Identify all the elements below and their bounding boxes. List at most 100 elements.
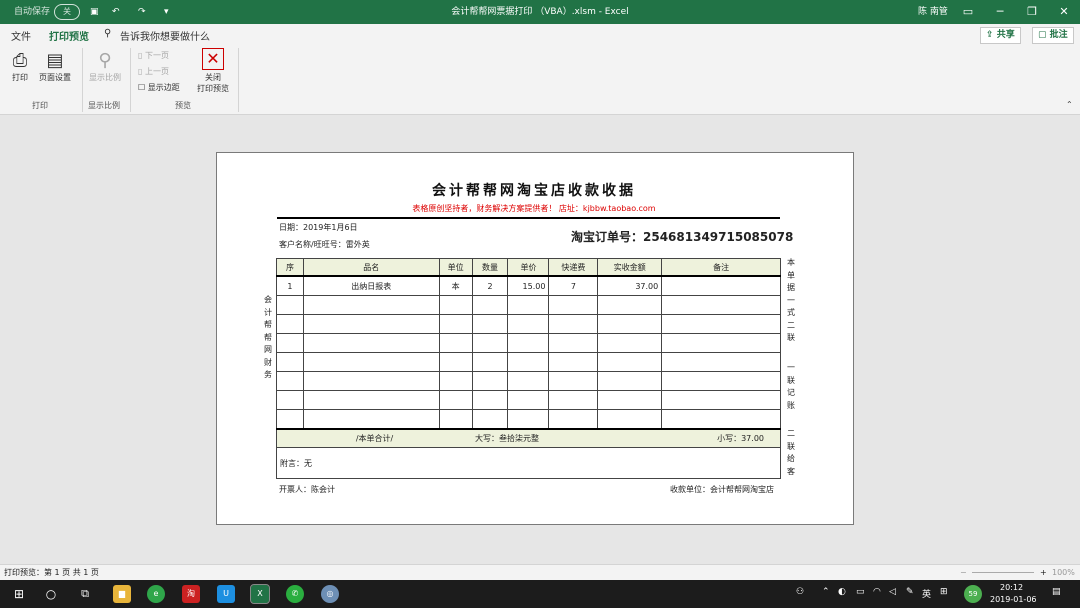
taskbar: ⊞ ○ ⧉ ▆ e 淘 U X ✆ ◎ ⚇ ⌃ ◐ ▭ ◠ ◁ ✎ 英 ⊞ 59…: [0, 580, 1080, 608]
user-name[interactable]: 陈 南管: [918, 0, 948, 24]
action-center-icon[interactable]: ▤: [1052, 587, 1061, 597]
table-row: [276, 333, 781, 353]
prev-page-button[interactable]: ▯ 上一页: [138, 66, 169, 77]
tell-me-box[interactable]: 告诉我你想要做什么: [120, 28, 210, 43]
taskbar-app-explorer[interactable]: ▆: [113, 585, 131, 603]
clock-time[interactable]: 20:12: [1000, 583, 1023, 592]
table-cell: [548, 371, 599, 391]
pen-icon[interactable]: ✎: [906, 587, 914, 597]
volume-icon[interactable]: ◁: [889, 587, 896, 597]
group-divider: [130, 48, 131, 112]
redo-icon[interactable]: ↷: [138, 0, 146, 24]
table-cell: [597, 390, 663, 410]
zoom-slider[interactable]: [972, 572, 1034, 573]
table-cell: [661, 390, 781, 410]
table-cell: [597, 333, 663, 353]
battery-icon[interactable]: ▭: [856, 587, 865, 597]
save-icon[interactable]: ▣: [90, 0, 99, 24]
minimize-button[interactable]: ─: [984, 0, 1016, 24]
table-cell: [661, 333, 781, 353]
taskbar-app-wechat[interactable]: ✆: [286, 585, 304, 603]
search-icon[interactable]: ⚲: [104, 28, 111, 39]
table-cell: [302, 371, 440, 391]
tray-app-icon[interactable]: ◐: [838, 587, 846, 597]
clock-date[interactable]: 2019-01-06: [990, 595, 1037, 604]
zoom-out-icon[interactable]: −: [960, 565, 967, 581]
wifi-icon[interactable]: ◠: [873, 587, 881, 597]
show-margins-checkbox[interactable]: ☐ 显示边距: [138, 82, 180, 93]
taskbar-app-taobao[interactable]: 淘: [182, 585, 200, 603]
table-cell: [548, 352, 599, 372]
autosave-toggle[interactable]: 关: [54, 4, 80, 20]
group-zoom-label: 显示比例: [88, 101, 120, 110]
table-cell: [438, 333, 473, 353]
note-row: 附言：无: [276, 447, 781, 479]
table-cell: [302, 333, 440, 353]
table-cell: [661, 409, 781, 430]
close-preview-button[interactable]: ✕ 关闭 打印预览: [194, 48, 232, 94]
page-setup-button[interactable]: ▤ 页面设置: [36, 50, 74, 83]
status-bar: 打印预览：第 1 页 共 1 页 − + 100%: [0, 564, 1080, 581]
taskbar-app-network[interactable]: ◎: [321, 585, 339, 603]
taskbar-app-browser[interactable]: e: [147, 585, 165, 603]
table-cell: [597, 352, 663, 372]
share-button[interactable]: ⇪ 共享: [980, 27, 1021, 44]
notification-badge[interactable]: 59: [964, 585, 982, 603]
side-label-copy-2: 二联给客: [787, 429, 795, 476]
tab-file[interactable]: 文件: [11, 28, 31, 43]
table-cell: 7: [548, 275, 599, 296]
ime-mode-icon[interactable]: ⊞: [940, 587, 948, 597]
table-cell: [276, 371, 304, 391]
comments-button[interactable]: ▢ 批注: [1032, 27, 1074, 44]
table-cell: [507, 352, 550, 372]
taskbar-app-excel[interactable]: X: [250, 584, 270, 604]
zoom-in-icon[interactable]: +: [1040, 565, 1047, 581]
ime-indicator[interactable]: 英: [922, 587, 931, 600]
customer-name: 客户名称/旺旺号：雷外英: [279, 240, 370, 249]
table-cell: [302, 314, 440, 334]
table-cell: [302, 295, 440, 315]
people-icon[interactable]: ⚇: [796, 587, 804, 597]
task-view-icon[interactable]: ⧉: [76, 585, 94, 603]
close-button[interactable]: ✕: [1048, 0, 1080, 24]
window-title: 会计帮帮网票据打印 （VBA）.xlsm - Excel: [451, 7, 629, 17]
side-label-copies: 本单据一式二联: [787, 258, 795, 342]
collapse-ribbon-icon[interactable]: ⌃: [1066, 100, 1073, 109]
checkbox-icon: ☐: [138, 83, 148, 92]
column-header: 实收金额: [597, 258, 663, 277]
prev-page-icon: ▯: [138, 67, 145, 76]
table-cell: [548, 295, 599, 315]
table-cell: [548, 314, 599, 334]
taskbar-app-dingtalk[interactable]: U: [217, 585, 235, 603]
restore-button[interactable]: ❐: [1016, 0, 1048, 24]
ribbon-display-icon[interactable]: ▭: [952, 0, 984, 24]
ribbon: ⎙ 打印 ▤ 页面设置 ⚲ 显示比例 ▯ 下一页 ▯ 上一页 ☐ 显示边距 ✕ …: [0, 44, 1080, 115]
table-cell: [276, 390, 304, 410]
group-divider: [82, 48, 83, 112]
zoom-level: 100%: [1052, 568, 1075, 577]
share-icon: ⇪: [986, 30, 997, 40]
undo-icon[interactable]: ↶: [112, 0, 120, 24]
search-circle-icon[interactable]: ○: [42, 585, 60, 603]
table-cell: [661, 295, 781, 315]
zoom-button[interactable]: ⚲ 显示比例: [86, 50, 124, 83]
table-cell: [661, 314, 781, 334]
receipt-title: 会计帮帮网淘宝店收款收据: [432, 183, 636, 199]
print-button[interactable]: ⎙ 打印: [6, 50, 34, 83]
table-cell: [471, 371, 509, 391]
table-cell: 2: [471, 275, 509, 296]
order-number: 淘宝订单号：254681349715085078: [571, 230, 794, 244]
windows-start-icon[interactable]: ⊞: [10, 585, 28, 603]
page-setup-icon: ▤: [46, 50, 64, 71]
tray-chevron-icon[interactable]: ⌃: [822, 587, 830, 597]
column-header: 快递费: [548, 258, 599, 277]
next-page-button[interactable]: ▯ 下一页: [138, 50, 169, 61]
table-row: [276, 352, 781, 372]
printer-icon: ⎙: [12, 50, 28, 71]
column-header: 备注: [661, 258, 781, 277]
table-cell: [471, 409, 509, 430]
table-row: [276, 390, 781, 410]
close-x-icon: ✕: [202, 48, 224, 70]
table-cell: 37.00: [597, 275, 663, 296]
customize-qat-icon[interactable]: ▾: [164, 0, 169, 24]
